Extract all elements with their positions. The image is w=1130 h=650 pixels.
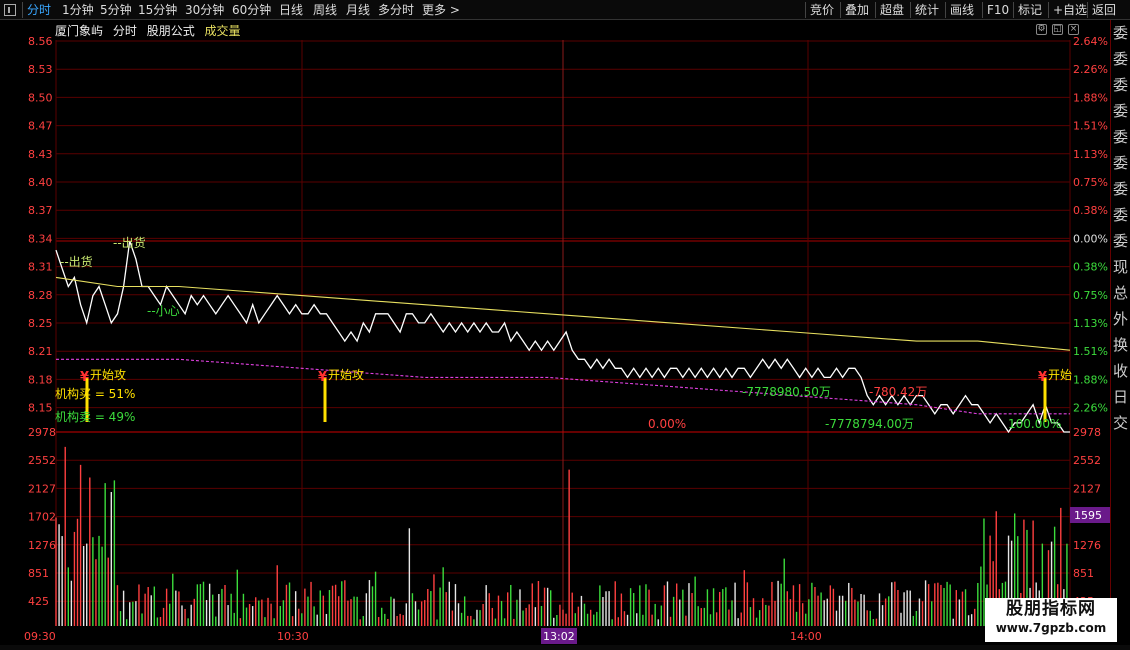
sell-signal-label: --出货 xyxy=(113,235,146,250)
percent-tick-label: 2.26% xyxy=(1073,63,1108,76)
price-tick-label: 8.40 xyxy=(28,176,53,189)
volume-bars xyxy=(55,446,1068,626)
attack-arrow-icon: ¥ xyxy=(1038,370,1047,385)
sidebar-label: 现 xyxy=(1113,258,1129,276)
sidebar-label: 委 xyxy=(1113,128,1129,146)
caution-label: --小心 xyxy=(147,304,180,318)
sidebar-label: 委 xyxy=(1113,180,1129,198)
volume-tick-right: 2552 xyxy=(1073,454,1101,467)
institution-buy-label: 机构买 = 51% xyxy=(55,386,135,401)
percent-tick-label: 0.75% xyxy=(1073,176,1108,189)
price-tick-label: 8.50 xyxy=(28,91,53,104)
volume-tick-left: 851 xyxy=(28,567,49,580)
volume-tick-right: 1276 xyxy=(1073,539,1101,552)
ratio-label: 0.00% xyxy=(648,417,686,431)
percent-tick-label: 2.64% xyxy=(1073,35,1108,48)
volume-cursor-value: 1595 xyxy=(1074,509,1102,522)
sidebar-label: 日 xyxy=(1113,388,1129,406)
quote-sidebar: 委委委委委委委委委现总外换收日交 xyxy=(1110,20,1130,630)
percent-tick-label: 0.00% xyxy=(1073,232,1108,245)
capital-flow-label: -7778980.50万 xyxy=(742,385,831,399)
price-tick-label: 8.31 xyxy=(28,261,53,274)
sidebar-label: 收 xyxy=(1113,362,1129,380)
volume-tick-right: 2127 xyxy=(1073,482,1101,495)
percent-tick-label: 1.88% xyxy=(1073,373,1108,386)
watermark-title: 股朋指标网 xyxy=(1006,599,1096,619)
volume-tick-right: 851 xyxy=(1073,567,1094,580)
sidebar-label: 委 xyxy=(1113,24,1129,42)
attack-signal-label: 开始攻 xyxy=(90,368,126,382)
time-tick-label: 14:00 xyxy=(790,630,822,643)
sidebar-label: 委 xyxy=(1113,206,1129,224)
percent-tick-label: 1.13% xyxy=(1073,148,1108,161)
percent-tick-label: 1.51% xyxy=(1073,120,1108,133)
time-tick-label: 10:30 xyxy=(277,630,309,643)
capital-flow-label: -7778794.00万 xyxy=(825,417,914,431)
price-tick-label: 8.25 xyxy=(28,317,53,330)
status-bar xyxy=(0,645,1130,650)
price-tick-label: 8.47 xyxy=(28,120,53,133)
percent-tick-label: 1.88% xyxy=(1073,91,1108,104)
attack-arrow-icon: ¥ xyxy=(80,370,89,385)
sell-signal-label: --出货 xyxy=(60,254,93,269)
sidebar-label: 委 xyxy=(1113,102,1129,120)
price-tick-label: 8.18 xyxy=(28,373,53,386)
axis-labels: 8.56 8.53 8.50 8.47 8.43 8.40 8.37 8.34 8.31 8.28… xyxy=(24,35,1110,644)
chart-grid xyxy=(55,40,1071,626)
percent-tick-label: 1.13% xyxy=(1073,317,1108,330)
price-tick-label: 8.53 xyxy=(28,63,53,76)
price-tick-label: 8.21 xyxy=(28,345,53,358)
volume-tick-left: 2978 xyxy=(28,426,56,439)
attack-signal-label: 开始攻 xyxy=(328,368,364,382)
percent-tick-label: 0.75% xyxy=(1073,289,1108,302)
percent-tick-label: 0.38% xyxy=(1073,261,1108,274)
price-tick-label: 8.28 xyxy=(28,289,53,302)
percent-tick-label: 1.51% xyxy=(1073,345,1108,358)
price-tick-label: 8.15 xyxy=(28,402,53,415)
price-tick-label: 8.34 xyxy=(28,232,53,245)
site-watermark: 股朋指标网 www.7gpzb.com xyxy=(985,598,1117,642)
volume-tick-left: 425 xyxy=(28,595,49,608)
attack-arrow-icon: ¥ xyxy=(318,370,327,385)
sidebar-label: 换 xyxy=(1113,336,1129,354)
price-tick-label: 8.56 xyxy=(28,35,53,48)
capital-flow-label: -780.42万 xyxy=(869,385,927,399)
intraday-chart[interactable]: 8.56 8.53 8.50 8.47 8.43 8.40 8.37 8.34 8.31 8.28… xyxy=(0,0,1110,645)
time-tick-label: 13:02 xyxy=(543,630,575,643)
volume-tick-left: 1702 xyxy=(28,511,56,524)
percent-tick-label: 0.38% xyxy=(1073,204,1108,217)
sidebar-label: 外 xyxy=(1113,310,1129,328)
price-tick-label: 8.37 xyxy=(28,204,53,217)
sidebar-label: 委 xyxy=(1113,50,1129,68)
sidebar-label: 总 xyxy=(1113,284,1129,302)
attack-signal-label: 开始 xyxy=(1048,368,1072,382)
sidebar-label: 委 xyxy=(1113,76,1129,94)
volume-tick-left: 1276 xyxy=(28,539,56,552)
volume-tick-left: 2552 xyxy=(28,454,56,467)
sidebar-label: 委 xyxy=(1113,232,1129,250)
sidebar-label: 交 xyxy=(1113,414,1129,432)
watermark-url: www.7gpzb.com xyxy=(995,621,1107,635)
volume-tick-left: 2127 xyxy=(28,482,56,495)
price-tick-label: 8.43 xyxy=(28,148,53,161)
ratio-label: 100.00% xyxy=(1008,417,1061,431)
signal-annotations: --出货--出货--小心¥ 开始攻 ¥ 开始攻 ¥ 开始机构买 = 51%机构卖 = 49… xyxy=(55,235,1072,431)
volume-tick-right: 2978 xyxy=(1073,426,1101,439)
sidebar-label: 委 xyxy=(1113,154,1129,172)
institution-sell-label: 机构卖 = 49% xyxy=(55,409,135,424)
time-tick-label: 09:30 xyxy=(24,630,56,643)
percent-tick-label: 2.26% xyxy=(1073,402,1108,415)
